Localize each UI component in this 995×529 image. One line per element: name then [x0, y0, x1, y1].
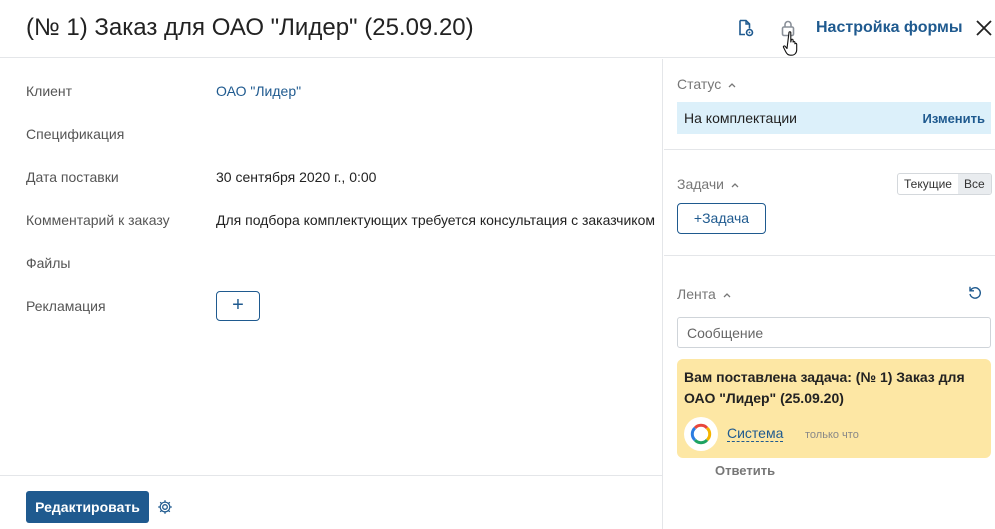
field-delivery-date: Дата поставки 30 сентября 2020 г., 0:00 — [0, 165, 663, 189]
field-label: Комментарий к заказу — [26, 212, 170, 228]
feed-message-card: Вам поставлена задача: (№ 1) Заказ для О… — [677, 359, 991, 458]
close-icon[interactable] — [974, 18, 994, 38]
field-specification: Спецификация — [0, 122, 663, 146]
status-title: Статус — [677, 76, 722, 92]
order-details-panel: Клиент ОАО "Лидер" Спецификация Дата пос… — [0, 59, 663, 529]
field-label: Спецификация — [26, 126, 125, 142]
comment-value: Для подбора комплектующих требуется конс… — [216, 212, 655, 228]
message-input[interactable] — [677, 317, 991, 348]
edit-button[interactable]: Редактировать — [26, 491, 149, 523]
chevron-up-icon — [728, 83, 736, 88]
form-footer: Редактировать — [0, 475, 663, 529]
status-section-toggle[interactable]: Статус — [677, 76, 737, 92]
add-task-button[interactable]: +Задача — [677, 203, 766, 234]
document-settings-icon[interactable] — [735, 18, 755, 38]
status-bar: На комплектации Изменить — [677, 102, 991, 134]
message-author-link[interactable]: Система — [727, 426, 784, 442]
form-header: (№ 1) Заказ для ОАО "Лидер" (25.09.20) Н… — [0, 0, 995, 58]
field-complaint: Рекламация — [0, 294, 663, 318]
field-comment: Комментарий к заказу Для подбора комплек… — [0, 208, 663, 232]
tasks-title: Задачи — [677, 176, 725, 192]
filter-all-tab[interactable]: Все — [957, 174, 991, 194]
feed-section-toggle[interactable]: Лента — [677, 286, 732, 302]
chevron-up-icon — [731, 183, 739, 188]
divider — [664, 255, 995, 256]
delivery-date-value: 30 сентября 2020 г., 0:00 — [216, 169, 377, 185]
client-link[interactable]: ОАО "Лидер" — [216, 83, 301, 99]
refresh-icon[interactable] — [967, 285, 983, 301]
field-client: Клиент ОАО "Лидер" — [0, 79, 663, 103]
field-label: Рекламация — [26, 298, 106, 314]
system-logo-icon — [690, 423, 712, 445]
sidebar-panel: Статус На комплектации Изменить Задачи Т… — [664, 59, 995, 529]
page-title: (№ 1) Заказ для ОАО "Лидер" (25.09.20) — [26, 14, 474, 41]
feed-message-text: Вам поставлена задача: (№ 1) Заказ для О… — [684, 369, 965, 406]
tasks-section-toggle[interactable]: Задачи — [677, 176, 740, 192]
feed-title: Лента — [677, 286, 716, 302]
hand-cursor-icon — [782, 31, 798, 56]
avatar — [684, 417, 718, 451]
divider — [664, 149, 995, 150]
field-label: Файлы — [26, 255, 71, 271]
filter-current-tab[interactable]: Текущие — [898, 174, 958, 194]
gear-icon[interactable] — [157, 499, 173, 515]
status-value: На комплектации — [684, 110, 797, 126]
add-complaint-button[interactable]: + — [216, 291, 260, 321]
tasks-filter: Текущие Все — [897, 173, 992, 195]
field-label: Клиент — [26, 83, 73, 99]
field-label: Дата поставки — [26, 169, 119, 185]
reply-button[interactable]: Ответить — [715, 463, 775, 478]
message-time: только что — [805, 429, 859, 441]
field-files: Файлы — [0, 251, 663, 275]
change-status-button[interactable]: Изменить — [922, 111, 985, 126]
form-settings-link[interactable]: Настройка формы — [816, 19, 963, 37]
chevron-up-icon — [723, 293, 731, 298]
